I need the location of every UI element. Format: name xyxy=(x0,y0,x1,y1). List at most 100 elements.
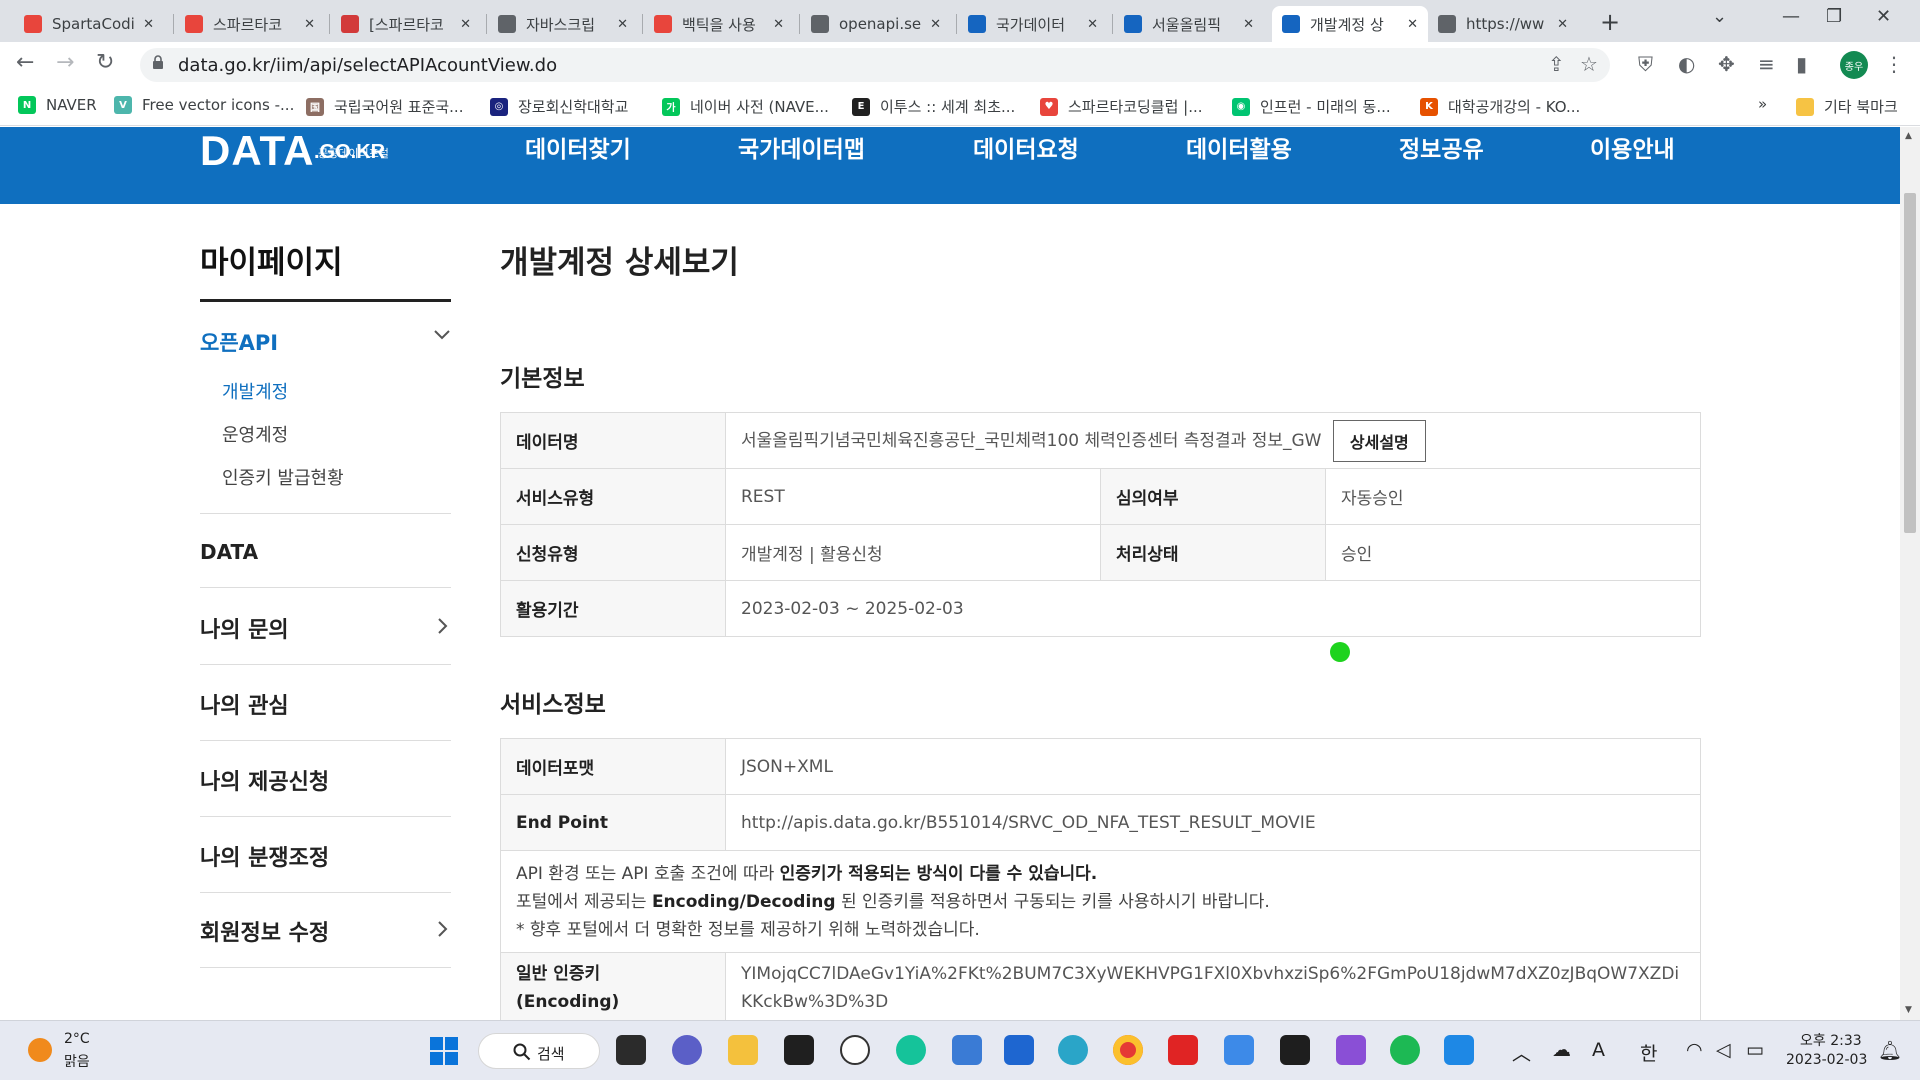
browser-tab[interactable]: https://ww ✕ xyxy=(1428,6,1578,42)
battery-icon[interactable]: ▭ xyxy=(1746,1039,1764,1061)
bookmark-star-icon[interactable]: ☆ xyxy=(1580,52,1598,76)
nav-guide[interactable]: 이용안내 xyxy=(1590,130,1675,164)
sidebar-sub-key-status[interactable]: 인증키 발급현황 xyxy=(222,464,344,490)
share-icon[interactable]: ⇪ xyxy=(1548,52,1565,76)
volume-icon[interactable]: ◁ xyxy=(1716,1039,1731,1061)
nav-data-request[interactable]: 데이터요청 xyxy=(973,130,1079,164)
browser-tab[interactable]: openapi.se ✕ xyxy=(801,6,951,42)
notification-bell-icon[interactable]: 🔔︎ xyxy=(1878,1039,1902,1062)
notepad-icon[interactable] xyxy=(952,1035,982,1065)
forward-icon[interactable]: → xyxy=(56,50,74,75)
vscode-icon[interactable] xyxy=(1444,1035,1474,1065)
back-icon[interactable]: ← xyxy=(16,50,34,75)
bookmark-item[interactable]: 国 국립국어원 표준국... xyxy=(306,96,463,117)
pdf-app-icon[interactable] xyxy=(1168,1035,1198,1065)
tray-overflow-icon[interactable]: ︿ xyxy=(1512,1039,1531,1066)
weather-description[interactable]: 맑음 xyxy=(64,1051,90,1071)
sticky-notes-icon[interactable] xyxy=(784,1035,814,1065)
sidebar-sub-dev-account[interactable]: 개발계정 xyxy=(222,378,288,404)
tab-close-icon[interactable]: ✕ xyxy=(617,17,628,32)
side-panel-icon[interactable]: ▮ xyxy=(1796,52,1807,76)
shield-extension-icon[interactable]: ⛨ xyxy=(1638,52,1653,76)
tab-close-icon[interactable]: ✕ xyxy=(1407,17,1418,32)
task-view-icon[interactable] xyxy=(616,1035,646,1065)
browser-tab[interactable]: [스파르타코 ✕ xyxy=(331,6,481,42)
clock-date[interactable]: 2023-02-03 xyxy=(1786,1052,1867,1068)
chevron-right-icon[interactable] xyxy=(432,616,452,636)
grammarly-icon[interactable] xyxy=(896,1035,926,1065)
chevron-right-icon[interactable] xyxy=(432,919,452,939)
browser-tab[interactable]: 국가데이터 ✕ xyxy=(958,6,1108,42)
windows-start-icon[interactable] xyxy=(430,1037,458,1065)
restore-icon[interactable]: ❐ xyxy=(1826,6,1842,27)
sidebar-item-my-interest[interactable]: 나의 관심 xyxy=(200,688,289,720)
terminal-icon[interactable] xyxy=(1280,1035,1310,1065)
bookmark-item[interactable]: V Free vector icons -... xyxy=(114,96,294,114)
tab-close-icon[interactable]: ✕ xyxy=(143,17,154,32)
sidebar-item-edit-profile[interactable]: 회원정보 수정 xyxy=(200,915,329,947)
other-bookmarks[interactable]: 기타 북마크 xyxy=(1796,96,1898,117)
tab-close-icon[interactable]: ✕ xyxy=(1557,17,1568,32)
sidebar-item-open-api[interactable]: 오픈API xyxy=(200,327,278,357)
chat-icon[interactable] xyxy=(672,1035,702,1065)
weather-sun-icon[interactable] xyxy=(28,1038,52,1062)
bookmark-item[interactable]: N NAVER xyxy=(18,96,97,114)
bookmark-item[interactable]: K 대학공개강의 - KO... xyxy=(1420,96,1580,117)
onedrive-icon[interactable]: ☁ xyxy=(1552,1039,1571,1061)
file-explorer-icon[interactable] xyxy=(728,1035,758,1065)
nav-info-share[interactable]: 정보공유 xyxy=(1399,130,1484,164)
tab-close-icon[interactable]: ✕ xyxy=(930,17,941,32)
bookmark-item[interactable]: ◎ 장로회신학대학교 xyxy=(490,96,628,117)
clock-app-icon[interactable] xyxy=(840,1035,870,1065)
window-close-icon[interactable]: ✕ xyxy=(1876,6,1891,27)
encoding-key-value[interactable]: YIMojqCC7lDAeGv1YiA%2FKt%2BUM7C3XyWEKHVP… xyxy=(725,952,1701,1020)
page-scrollbar[interactable]: ▲ ▼ xyxy=(1900,127,1920,1020)
new-tab-icon[interactable]: + xyxy=(1600,8,1620,36)
reader-icon[interactable] xyxy=(1004,1035,1034,1065)
reload-icon[interactable]: ↻ xyxy=(96,50,114,75)
tab-close-icon[interactable]: ✕ xyxy=(1243,17,1254,32)
ime-mode-han[interactable]: 한 xyxy=(1640,1039,1657,1066)
address-bar[interactable]: data.go.kr/iim/api/selectAPIAcountView.d… xyxy=(140,48,1610,82)
browser-tab[interactable]: 스파르타코 ✕ xyxy=(175,6,325,42)
weather-temperature[interactable]: 2°C xyxy=(64,1031,90,1047)
snipping-tool-icon[interactable] xyxy=(1224,1035,1254,1065)
ime-mode-a[interactable]: A xyxy=(1592,1039,1605,1061)
bookmark-item[interactable]: ◉ 인프런 - 미래의 동... xyxy=(1232,96,1391,117)
sidebar-item-my-inquiry[interactable]: 나의 문의 xyxy=(200,612,289,644)
sidebar-sub-ops-account[interactable]: 운영계정 xyxy=(222,421,288,447)
taskbar-search[interactable]: 검색 xyxy=(478,1033,600,1069)
site-logo[interactable]: DATA 공공데이터포털 .GO.KR xyxy=(200,127,389,175)
nav-data-search[interactable]: 데이터찾기 xyxy=(525,130,631,164)
tab-search-icon[interactable]: ⌄ xyxy=(1712,6,1727,27)
tab-close-icon[interactable]: ✕ xyxy=(460,17,471,32)
browser-tab[interactable]: 백틱을 사용 ✕ xyxy=(644,6,794,42)
tab-close-icon[interactable]: ✕ xyxy=(1087,17,1098,32)
bookmark-item[interactable]: ♥ 스파르타코딩클럽 |... xyxy=(1040,96,1203,117)
tab-close-icon[interactable]: ✕ xyxy=(773,17,784,32)
edge-icon[interactable] xyxy=(1058,1035,1088,1065)
wifi-icon[interactable]: ◠ xyxy=(1686,1039,1703,1061)
visual-studio-icon[interactable] xyxy=(1336,1035,1366,1065)
chevron-down-icon[interactable] xyxy=(432,325,452,345)
bookmark-item[interactable]: 가 네이버 사전 (NAVE... xyxy=(662,96,829,117)
nav-national-data-map[interactable]: 국가데이터맵 xyxy=(738,130,865,164)
scroll-up-icon[interactable]: ▲ xyxy=(1905,131,1912,141)
sidebar-item-my-provision[interactable]: 나의 제공신청 xyxy=(200,764,329,796)
browser-tab[interactable]: 자바스크립 ✕ xyxy=(488,6,638,42)
sidebar-item-my-dispute[interactable]: 나의 분쟁조정 xyxy=(200,840,329,872)
minimize-icon[interactable]: — xyxy=(1782,6,1800,27)
puzzle-icon[interactable]: ✥ xyxy=(1718,52,1735,76)
detail-description-button[interactable]: 상세설명 xyxy=(1332,419,1426,462)
kebab-menu-icon[interactable]: ⋮ xyxy=(1884,52,1904,76)
sidebar-item-data[interactable]: DATA xyxy=(200,540,258,564)
scroll-thumb[interactable] xyxy=(1904,193,1916,533)
media-queue-icon[interactable]: ≡ xyxy=(1758,52,1775,76)
spotify-icon[interactable] xyxy=(1390,1035,1420,1065)
nav-data-usage[interactable]: 데이터활용 xyxy=(1186,130,1292,164)
bookmark-item[interactable]: E 이투스 :: 세계 최초... xyxy=(852,96,1015,117)
chrome-icon[interactable] xyxy=(1113,1035,1143,1065)
browser-tab[interactable]: SpartaCodi ✕ xyxy=(14,6,164,42)
bookmarks-more-icon[interactable]: » xyxy=(1758,95,1767,113)
clock-time[interactable]: 오후 2:33 xyxy=(1800,1030,1862,1050)
